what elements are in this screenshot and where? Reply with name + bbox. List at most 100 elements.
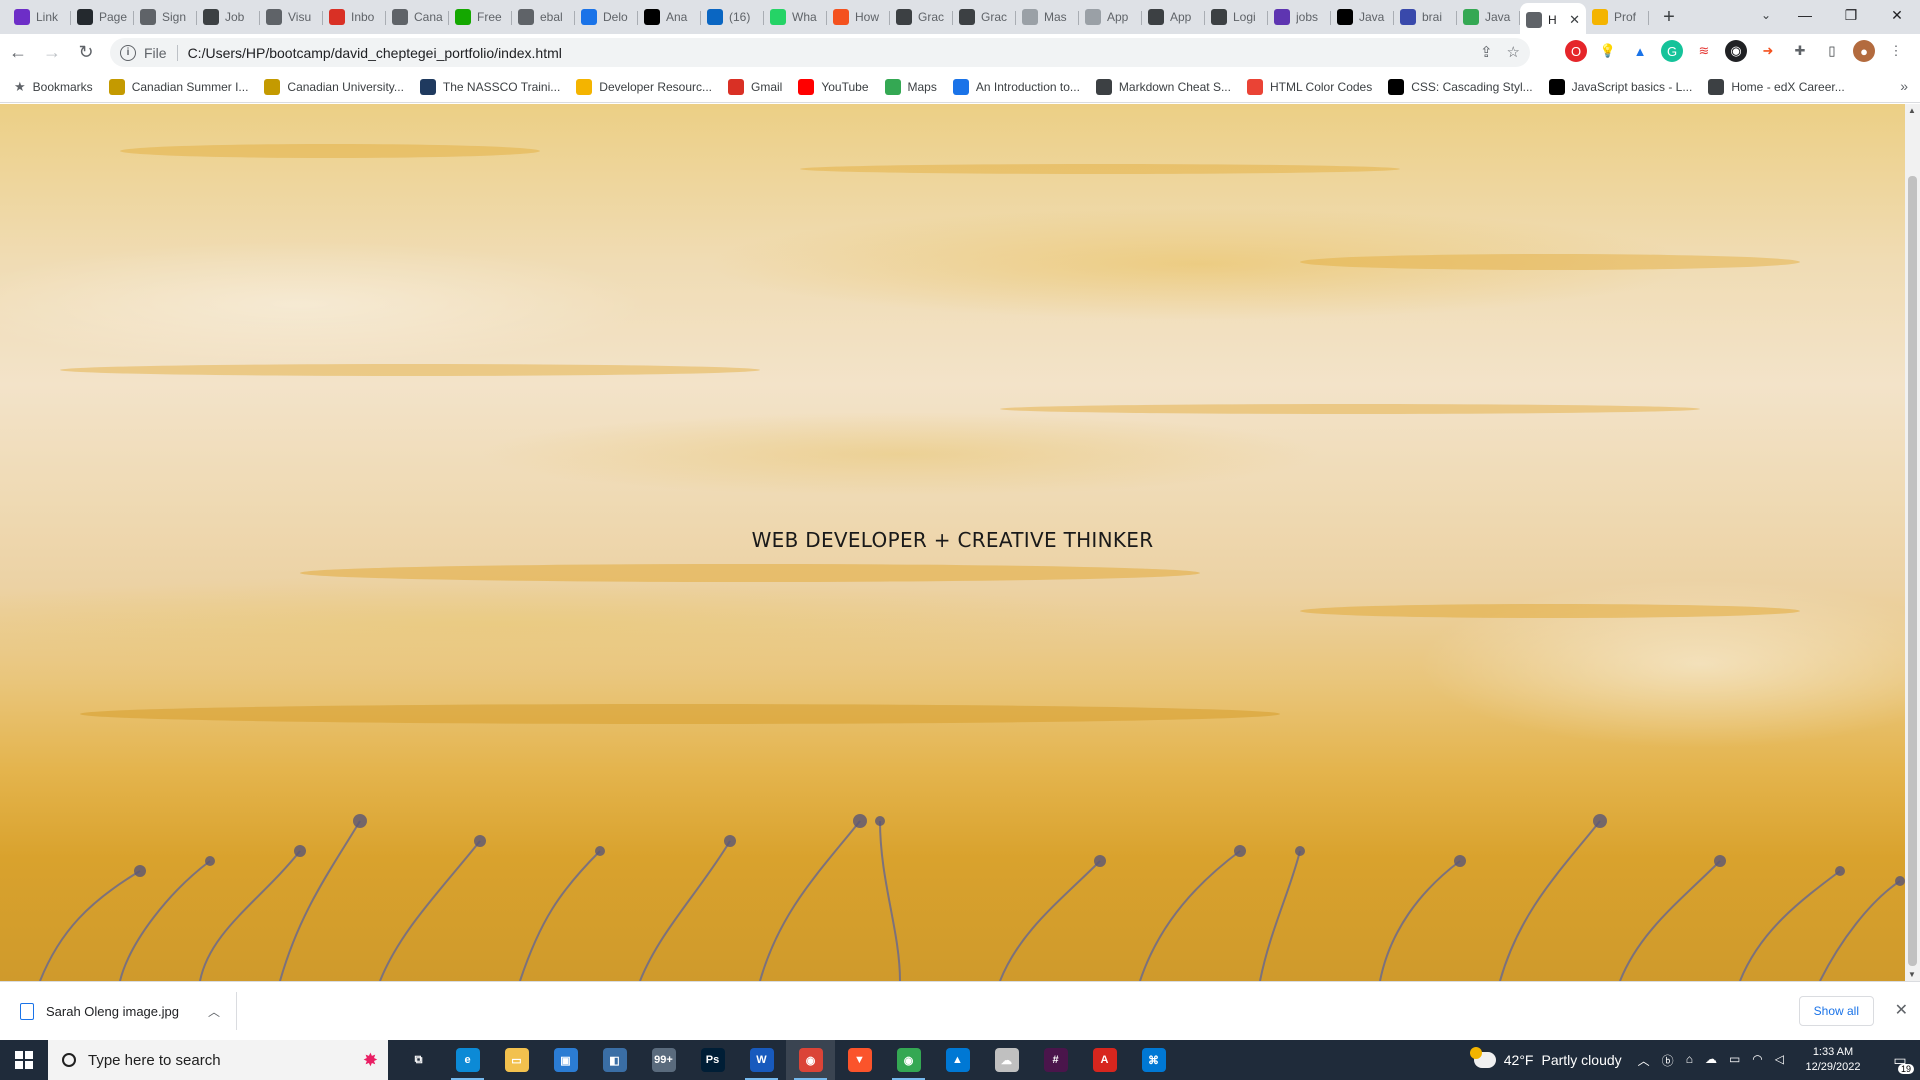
show-all-button[interactable]: Show all — [1798, 996, 1874, 1026]
graduation-ext-icon[interactable]: ▲ — [1629, 40, 1651, 62]
browser-tab[interactable]: Sign — [134, 3, 197, 31]
browser-tab[interactable]: Free — [449, 3, 512, 31]
browser-tab[interactable]: Ana — [638, 3, 701, 31]
ime-icon[interactable]: ⓑ — [1662, 1052, 1674, 1069]
side-panel-icon[interactable]: ▯ — [1821, 40, 1843, 62]
address-bar[interactable]: i File C:/Users/HP/bootcamp/david_chepte… — [110, 38, 1530, 67]
browser-tab[interactable]: Grac — [890, 3, 953, 31]
browser-tab[interactable]: How — [827, 3, 890, 31]
taskbar-app[interactable]: # — [1031, 1040, 1080, 1080]
bookmarks-overflow-icon[interactable]: » — [1900, 78, 1908, 94]
browser-tab[interactable]: jobs — [1268, 3, 1331, 31]
bookmark-item[interactable]: Markdown Cheat S... — [1095, 78, 1231, 95]
clock[interactable]: 1:33 AM 12/29/2022 — [1798, 1045, 1868, 1075]
download-item[interactable]: Sarah Oleng image.jpg ︿ — [12, 992, 237, 1030]
new-tab-button[interactable]: + — [1655, 3, 1683, 31]
taskbar-app[interactable]: ◉ — [786, 1040, 835, 1080]
browser-tab[interactable]: ebal — [512, 3, 575, 31]
bookmark-item[interactable]: The NASSCO Traini... — [419, 78, 560, 95]
bookmark-item[interactable]: HTML Color Codes — [1246, 78, 1372, 95]
bookmarks-menu[interactable]: ★ Bookmarks — [14, 79, 93, 95]
taskbar-app[interactable]: ◧ — [590, 1040, 639, 1080]
search-highlight-icon[interactable]: ✸ — [363, 1050, 378, 1071]
restore-icon[interactable]: ❐ — [1828, 0, 1874, 30]
browser-tab[interactable]: (16) — [701, 3, 764, 31]
scrollbar-thumb[interactable] — [1908, 176, 1917, 966]
browser-tab[interactable]: App — [1142, 3, 1205, 31]
taskbar-app[interactable]: Ps — [688, 1040, 737, 1080]
page-scrollbar[interactable]: ▲ ▼ — [1905, 104, 1920, 981]
browser-tab[interactable]: Java — [1457, 3, 1520, 31]
browser-tab[interactable]: Logi — [1205, 3, 1268, 31]
recorder-ext-icon[interactable]: ◉ — [1725, 40, 1747, 62]
bookmark-item[interactable]: Developer Resourc... — [576, 78, 712, 95]
bookmark-item[interactable]: CSS: Cascading Styl... — [1388, 78, 1533, 95]
taskbar-app[interactable]: e — [443, 1040, 492, 1080]
close-tab-icon[interactable]: ✕ — [1569, 12, 1580, 28]
taskbar-app[interactable]: A — [1080, 1040, 1129, 1080]
browser-tab[interactable]: Prof — [1586, 3, 1649, 31]
share-icon[interactable]: ⇪ — [1480, 43, 1493, 61]
bookmark-item[interactable]: An Introduction to... — [952, 78, 1080, 95]
browser-tab[interactable]: Visu — [260, 3, 323, 31]
bookmark-item[interactable]: JavaScript basics - L... — [1548, 78, 1692, 95]
opera-ext-icon[interactable]: O — [1565, 40, 1587, 62]
extensions-puzzle-icon[interactable]: ✚ — [1789, 40, 1811, 62]
taskbar-app[interactable]: ◉ — [884, 1040, 933, 1080]
stack-ext-icon[interactable]: ≋ — [1693, 40, 1715, 62]
taskbar-app[interactable]: 99+ — [639, 1040, 688, 1080]
browser-tab[interactable]: Cana — [386, 3, 449, 31]
taskbar-app[interactable]: ⌘ — [1129, 1040, 1178, 1080]
browser-tab[interactable]: Wha — [764, 3, 827, 31]
profile-avatar[interactable]: ● — [1853, 40, 1875, 62]
browser-tab[interactable]: Inbo — [323, 3, 386, 31]
bookmark-item[interactable]: Canadian University... — [264, 78, 404, 95]
browser-tab[interactable]: Link — [8, 3, 71, 31]
taskbar-search[interactable]: Type here to search ✸ — [48, 1040, 388, 1080]
forward-arrow-icon[interactable]: → — [36, 37, 68, 69]
scroll-up-icon[interactable]: ▲ — [1908, 106, 1916, 115]
url-text[interactable]: C:/Users/HP/bootcamp/david_cheptegei_por… — [188, 45, 562, 61]
device-icon[interactable]: ⌂ — [1686, 1052, 1693, 1069]
battery-icon[interactable]: ▭ — [1729, 1052, 1740, 1069]
taskbar-app[interactable]: ▭ — [492, 1040, 541, 1080]
bookmark-item[interactable]: Home - edX Career... — [1708, 78, 1845, 95]
browser-tab[interactable]: Grac — [953, 3, 1016, 31]
taskbar-app[interactable]: ▣ — [541, 1040, 590, 1080]
weather-widget[interactable]: 42°F Partly cloudy — [1469, 1047, 1622, 1068]
browser-tab[interactable]: brai — [1394, 3, 1457, 31]
bookmark-item[interactable]: Maps — [884, 78, 937, 95]
onedrive-icon[interactable]: ☁ — [1705, 1052, 1717, 1069]
minimize-icon[interactable]: — — [1782, 0, 1828, 30]
grammarly-ext-icon[interactable]: G — [1661, 40, 1683, 62]
chevron-up-icon[interactable]: ︿ — [208, 1003, 220, 1020]
bookmark-item[interactable]: Gmail — [728, 78, 782, 95]
bookmark-item[interactable]: Canadian Summer I... — [108, 78, 248, 95]
menu-kebab-icon[interactable]: ⋮ — [1885, 40, 1907, 62]
browser-tab[interactable]: Mas — [1016, 3, 1079, 31]
browser-tab[interactable]: App — [1079, 3, 1142, 31]
tab-search-icon[interactable]: ⌄ — [1752, 4, 1780, 26]
back-arrow-icon[interactable]: ← — [2, 37, 34, 69]
taskbar-app[interactable]: ⧉ — [394, 1040, 443, 1080]
browser-tab[interactable]: Job — [197, 3, 260, 31]
arrow-ext-icon[interactable]: ➜ — [1757, 40, 1779, 62]
start-button[interactable] — [0, 1040, 48, 1080]
close-shelf-icon[interactable]: ✕ — [1895, 1000, 1908, 1020]
browser-tab[interactable]: Delo — [575, 3, 638, 31]
volume-icon[interactable]: ◁ — [1775, 1052, 1784, 1069]
browser-tab[interactable]: Page — [71, 3, 134, 31]
browser-tab[interactable]: Java — [1331, 3, 1394, 31]
info-icon[interactable]: i — [120, 44, 136, 61]
bookmark-item[interactable]: YouTube — [798, 78, 869, 95]
show-hidden-icons-icon[interactable]: ︿ — [1638, 1052, 1650, 1069]
bulb-ext-icon[interactable]: 💡 — [1597, 40, 1619, 62]
reload-icon[interactable]: ↻ — [70, 37, 102, 69]
wifi-icon[interactable]: ◠ — [1752, 1052, 1762, 1069]
taskbar-app[interactable]: ▼ — [835, 1040, 884, 1080]
close-window-icon[interactable]: ✕ — [1874, 0, 1920, 30]
notification-center-icon[interactable]: ▭ 19 — [1880, 1040, 1920, 1080]
bookmark-star-icon[interactable]: ☆ — [1507, 43, 1520, 61]
taskbar-app[interactable]: W — [737, 1040, 786, 1080]
taskbar-app[interactable]: ☁ — [982, 1040, 1031, 1080]
